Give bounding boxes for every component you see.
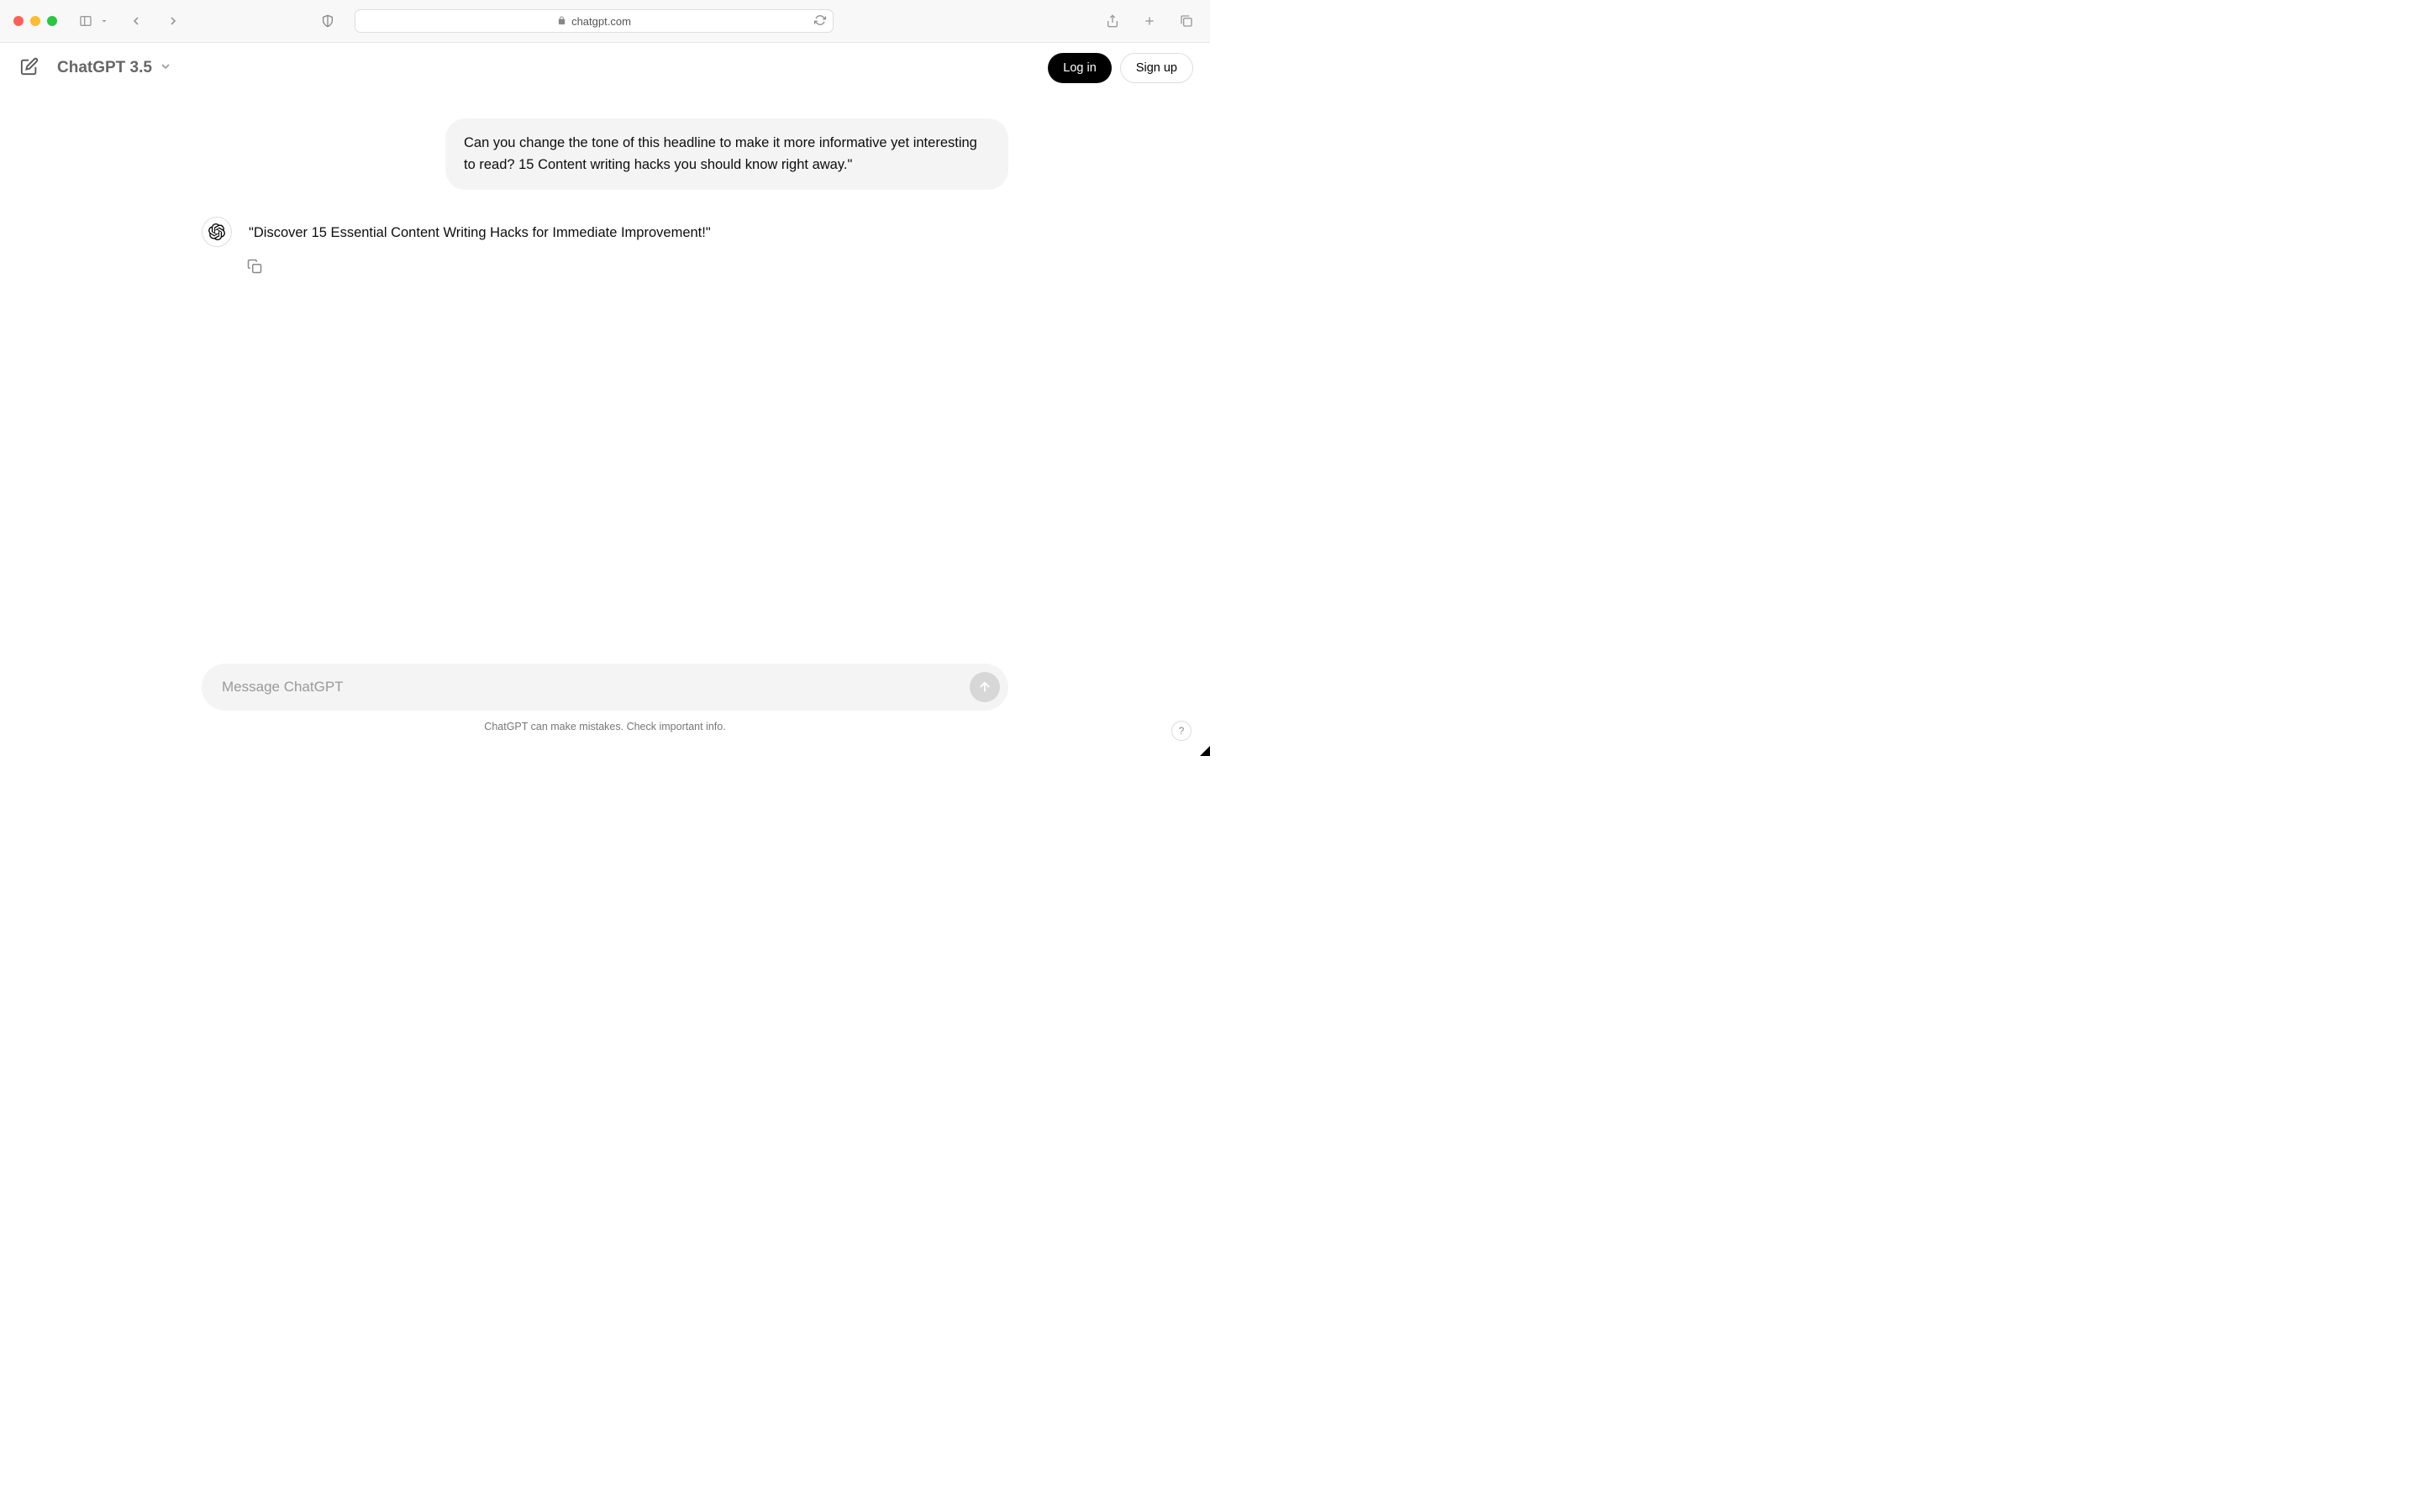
address-bar[interactable]: chatgpt.com xyxy=(355,9,834,33)
model-selector[interactable]: ChatGPT 3.5 xyxy=(57,59,172,77)
minimize-window-button[interactable] xyxy=(30,16,40,26)
refresh-icon[interactable] xyxy=(814,14,826,29)
signup-button[interactable]: Sign up xyxy=(1120,53,1193,83)
chrome-right-controls xyxy=(1102,11,1197,31)
nav-arrows xyxy=(126,11,183,31)
forward-button[interactable] xyxy=(163,11,183,31)
url-text: chatgpt.com xyxy=(571,15,631,28)
maximize-window-button[interactable] xyxy=(47,16,57,26)
address-bar-section: chatgpt.com xyxy=(200,9,1092,33)
user-message-row: Can you change the tone of this headline… xyxy=(202,118,1008,190)
browser-chrome: chatgpt.com xyxy=(0,0,1210,43)
shield-icon[interactable] xyxy=(318,11,338,31)
model-name: ChatGPT 3.5 xyxy=(57,59,152,77)
disclaimer-text: ChatGPT can make mistakes. Check importa… xyxy=(202,721,1008,732)
header-right: Log in Sign up xyxy=(1048,53,1193,83)
assistant-message-row: "Discover 15 Essential Content Writing H… xyxy=(202,222,1008,278)
traffic-lights xyxy=(13,16,57,26)
openai-logo-icon xyxy=(208,223,225,240)
help-button[interactable]: ? xyxy=(1171,721,1192,741)
resize-handle[interactable] xyxy=(1200,746,1210,756)
sidebar-toggle-icon[interactable] xyxy=(76,11,96,31)
sidebar-toggle-group xyxy=(76,11,109,31)
send-button[interactable] xyxy=(970,672,1000,702)
tabs-icon[interactable] xyxy=(1176,11,1197,31)
chevron-down-icon xyxy=(159,60,172,77)
share-icon[interactable] xyxy=(1102,11,1123,31)
chat-area: Can you change the tone of this headline… xyxy=(202,93,1008,303)
sidebar-dropdown-icon[interactable] xyxy=(99,11,109,31)
input-area: ChatGPT can make mistakes. Check importa… xyxy=(202,664,1008,732)
close-window-button[interactable] xyxy=(13,16,24,26)
copy-button[interactable] xyxy=(247,259,1008,278)
message-input[interactable] xyxy=(222,679,970,696)
app-header: ChatGPT 3.5 Log in Sign up xyxy=(0,43,1210,93)
assistant-content: "Discover 15 Essential Content Writing H… xyxy=(249,222,1008,278)
lock-icon xyxy=(557,15,566,28)
user-message-bubble: Can you change the tone of this headline… xyxy=(445,118,1008,190)
assistant-message-text: "Discover 15 Essential Content Writing H… xyxy=(249,222,1008,244)
new-chat-button[interactable] xyxy=(17,54,42,83)
back-button[interactable] xyxy=(126,11,146,31)
new-tab-icon[interactable] xyxy=(1139,11,1160,31)
login-button[interactable]: Log in xyxy=(1048,53,1112,83)
assistant-avatar xyxy=(202,217,232,247)
input-wrapper xyxy=(202,664,1008,711)
